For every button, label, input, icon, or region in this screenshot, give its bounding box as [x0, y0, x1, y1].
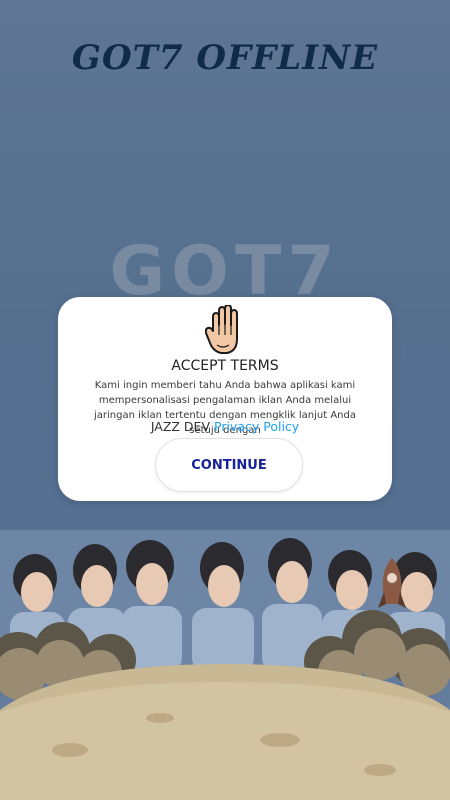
continue-button[interactable]: CONTINUE	[155, 438, 303, 492]
dialog-title: ACCEPT TERMS	[171, 358, 279, 374]
privacy-policy-link[interactable]: Privacy Policy	[214, 419, 299, 434]
raised-hand-icon	[205, 305, 238, 354]
moon-ground	[0, 610, 450, 800]
developer-name: JAZZ DEV	[150, 419, 211, 434]
app-title: GOT7 OFFLINE	[71, 38, 379, 78]
dialog-footer: JAZZ DEV Privacy Policy	[0, 419, 450, 434]
